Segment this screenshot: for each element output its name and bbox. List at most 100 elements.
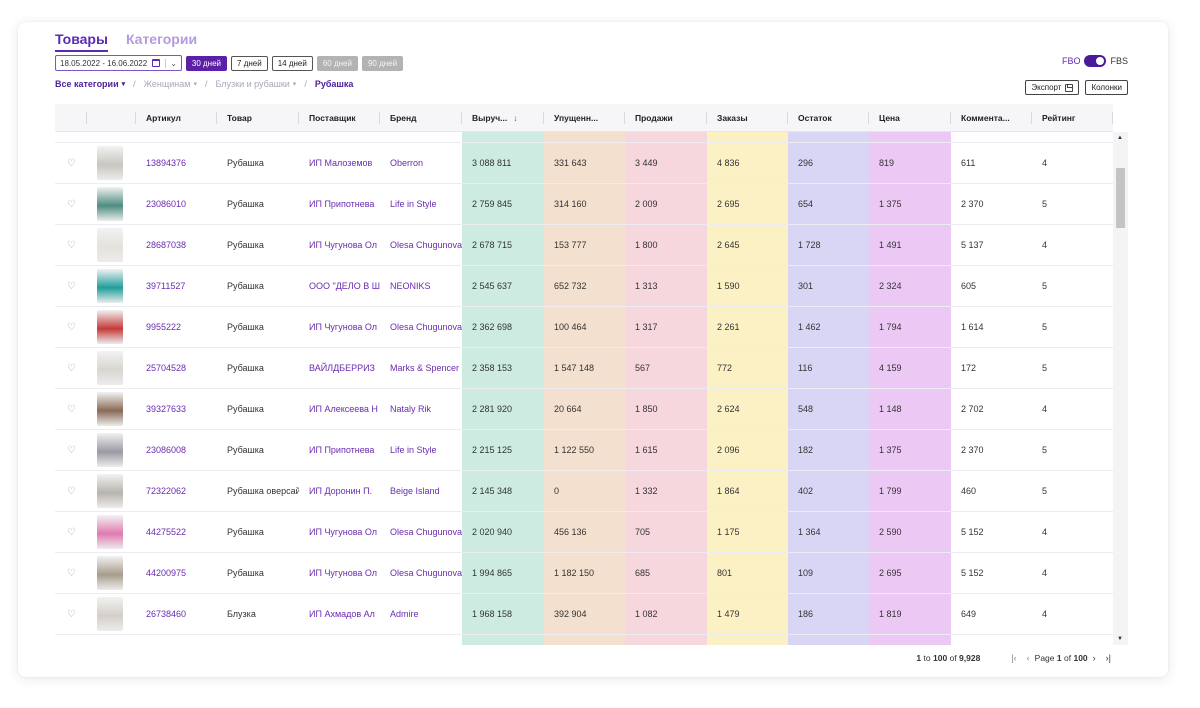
cell-supplier[interactable]: ИП Чугунова Ол <box>299 307 380 347</box>
period-7-button[interactable]: 7 дней <box>231 55 268 71</box>
product-thumbnail[interactable] <box>97 351 123 385</box>
columns-button[interactable]: Колонки <box>1085 80 1128 95</box>
header-comments[interactable]: Коммента... <box>951 104 1032 132</box>
cell-supplier[interactable]: ИП Чугунова Ол <box>299 553 380 593</box>
breadcrumb-women[interactable]: Женщинам ▾ <box>144 79 197 89</box>
favorite-heart-icon[interactable]: ♡ <box>55 322 76 333</box>
product-thumbnail[interactable] <box>97 392 123 426</box>
cell-brand[interactable]: Olesa Chugunova <box>380 553 462 593</box>
favorite-heart-icon[interactable]: ♡ <box>55 240 76 251</box>
header-article[interactable]: Артикул <box>136 104 217 132</box>
table-row[interactable]: ♡ 23086008 Рубашка ИП Припотнева Life in Sty… <box>55 430 1113 471</box>
table-row[interactable]: ♡ 13894376 Рубашка ИП Малоземов Oberron 3 088… <box>55 143 1113 184</box>
cell-article[interactable]: 13894376 <box>136 143 217 183</box>
favorite-heart-icon[interactable]: ♡ <box>55 568 76 579</box>
product-thumbnail[interactable] <box>97 515 123 549</box>
cell-brand[interactable]: Oberron <box>380 143 462 183</box>
vertical-scrollbar[interactable]: ▲ ▼ <box>1113 132 1128 645</box>
tab-products[interactable]: Товары <box>55 31 108 52</box>
cell-brand[interactable]: NEONIKS <box>380 266 462 306</box>
cell-supplier[interactable]: ИП Алексеева Н <box>299 389 380 429</box>
table-row[interactable]: ♡ 72322062 Рубашка оверсайз ИП Доронин П. Be… <box>55 471 1113 512</box>
header-sales[interactable]: Продажи <box>625 104 707 132</box>
cell-brand[interactable]: Olesa Chugunova <box>380 307 462 347</box>
product-thumbnail[interactable] <box>97 597 123 631</box>
header-stock[interactable]: Остаток <box>788 104 869 132</box>
table-row[interactable]: ♡ 25704528 Рубашка ВАЙЛДБЕРРИЗ Marks & Spenc… <box>55 348 1113 389</box>
breadcrumb-blouses[interactable]: Блузки и рубашки ▾ <box>215 79 296 89</box>
product-thumbnail[interactable] <box>97 269 123 303</box>
cell-supplier[interactable]: ИП Припотнева <box>299 430 380 470</box>
table-row[interactable]: ♡ 9955222 Рубашка ИП Чугунова Ол Olesa Chugu… <box>55 307 1113 348</box>
scroll-up-icon[interactable]: ▲ <box>1117 135 1123 141</box>
cell-article[interactable]: 44275522 <box>136 512 217 552</box>
header-revenue[interactable]: Выруч... ↓ <box>462 104 544 132</box>
period-14-button[interactable]: 14 дней <box>271 55 313 71</box>
cell-brand[interactable]: Life in Style <box>380 430 462 470</box>
table-row[interactable]: ♡ 44200975 Рубашка ИП Чугунова Ол Olesa Chug… <box>55 553 1113 594</box>
scrollbar-thumb[interactable] <box>1116 168 1125 228</box>
cell-supplier[interactable]: ИП Припотнева <box>299 184 380 224</box>
product-thumbnail[interactable] <box>97 187 123 221</box>
cell-brand[interactable]: Beige Island <box>380 471 462 511</box>
last-page-icon[interactable]: ›| <box>1106 653 1111 663</box>
favorite-heart-icon[interactable]: ♡ <box>55 281 76 292</box>
breadcrumb-shirt[interactable]: Рубашка <box>315 79 354 89</box>
header-price[interactable]: Цена <box>869 104 951 132</box>
table-row[interactable]: ♡ 39327633 Рубашка ИП Алексеева Н Nataly Rik… <box>55 389 1113 430</box>
cell-article[interactable]: 9955222 <box>136 307 217 347</box>
cell-brand[interactable]: Nataly Rik <box>380 389 462 429</box>
cell-supplier[interactable]: ООО "ДЕЛО В Ш <box>299 266 380 306</box>
date-range-picker[interactable]: 18.05.2022 - 16.06.2022 ⌄ <box>55 55 182 71</box>
period-30-button[interactable]: 30 дней <box>185 55 228 71</box>
cell-article[interactable]: 25704528 <box>136 348 217 388</box>
favorite-heart-icon[interactable]: ♡ <box>55 609 76 620</box>
product-thumbnail[interactable] <box>97 228 123 262</box>
scroll-down-icon[interactable]: ▼ <box>1117 636 1123 642</box>
table-row[interactable]: ♡ 28687038 Рубашка ИП Чугунова Ол Olesa Chug… <box>55 225 1113 266</box>
favorite-heart-icon[interactable]: ♡ <box>55 158 76 169</box>
fbo-fbs-switch[interactable] <box>1084 55 1107 67</box>
period-60-button[interactable]: 60 дней <box>316 55 358 71</box>
favorite-heart-icon[interactable]: ♡ <box>55 445 76 456</box>
product-thumbnail[interactable] <box>97 310 123 344</box>
header-product[interactable]: Товар <box>217 104 299 132</box>
product-thumbnail[interactable] <box>97 146 123 180</box>
table-row[interactable]: ♡ 44275522 Рубашка ИП Чугунова Ол Olesa Chug… <box>55 512 1113 553</box>
prev-page-icon[interactable]: ‹ <box>1027 653 1030 663</box>
cell-article[interactable]: 44200975 <box>136 553 217 593</box>
table-row[interactable]: ♡ 39711527 Рубашка ООО "ДЕЛО В Ш NEONIKS 2 54… <box>55 266 1113 307</box>
cell-brand[interactable]: Olesa Chugunova <box>380 225 462 265</box>
cell-supplier[interactable]: ИП Чугунова Ол <box>299 512 380 552</box>
cell-brand[interactable]: Admire <box>380 594 462 634</box>
cell-article[interactable]: 28687038 <box>136 225 217 265</box>
header-orders[interactable]: Заказы <box>707 104 788 132</box>
header-brand[interactable]: Бренд <box>380 104 462 132</box>
product-thumbnail[interactable] <box>97 474 123 508</box>
favorite-heart-icon[interactable]: ♡ <box>55 486 76 497</box>
export-button[interactable]: Экспорт <box>1025 80 1080 95</box>
cell-supplier[interactable]: ВАЙЛДБЕРРИЗ <box>299 348 380 388</box>
tab-categories[interactable]: Категории <box>126 31 197 52</box>
period-90-button[interactable]: 90 дней <box>361 55 404 71</box>
next-page-icon[interactable]: › <box>1093 653 1096 663</box>
favorite-heart-icon[interactable]: ♡ <box>55 199 76 210</box>
favorite-heart-icon[interactable]: ♡ <box>55 404 76 415</box>
favorite-heart-icon[interactable]: ♡ <box>55 363 76 374</box>
breadcrumb-all-categories[interactable]: Все категории ▾ <box>55 79 125 89</box>
cell-supplier[interactable]: ИП Чугунова Ол <box>299 225 380 265</box>
cell-brand[interactable]: Marks & Spencer <box>380 348 462 388</box>
first-page-icon[interactable]: |‹ <box>1011 653 1016 663</box>
table-row[interactable]: ♡ 23086010 Рубашка ИП Припотнева Life in Sty… <box>55 184 1113 225</box>
header-lost-revenue[interactable]: Упущенн... <box>544 104 625 132</box>
cell-supplier[interactable]: ИП Малоземов <box>299 143 380 183</box>
cell-article[interactable]: 39711527 <box>136 266 217 306</box>
product-thumbnail[interactable] <box>97 556 123 590</box>
product-thumbnail[interactable] <box>97 433 123 467</box>
cell-article[interactable]: 26738460 <box>136 594 217 634</box>
favorite-heart-icon[interactable]: ♡ <box>55 527 76 538</box>
cell-brand[interactable]: Life in Style <box>380 184 462 224</box>
cell-article[interactable]: 39327633 <box>136 389 217 429</box>
header-rating[interactable]: Рейтинг <box>1032 104 1113 132</box>
cell-supplier[interactable]: ИП Ахмадов Ал <box>299 594 380 634</box>
